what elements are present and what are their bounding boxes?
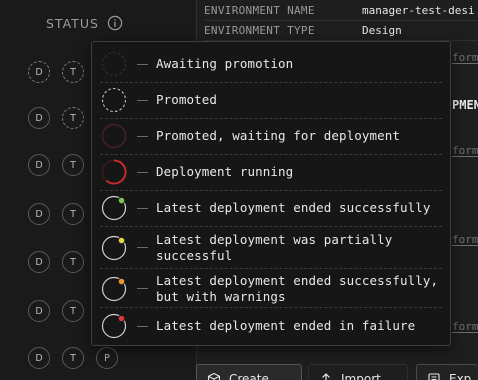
row-divider (204, 20, 478, 21)
legend-label: Promoted, waiting for deployment (156, 128, 401, 144)
status-chip-p[interactable]: P (96, 347, 118, 369)
status-chip-t[interactable]: T (62, 347, 84, 369)
legend-label: Latest deployment was partially successf… (156, 232, 393, 263)
legend-item-failure: Latest deployment ended in failure (100, 312, 442, 340)
clipped-link[interactable]: form (452, 320, 478, 333)
legend-label: Latest deployment ended in failure (156, 318, 416, 334)
import-button-label: Import (341, 372, 381, 380)
legend-separator (100, 82, 442, 83)
legend-item-success: Latest deployment ended successfully (100, 194, 442, 222)
legend-separator (100, 190, 442, 191)
legend-label: Latest deployment ended successfully (156, 200, 431, 216)
legend-dash (137, 135, 148, 137)
legend-label: Deployment running (156, 164, 294, 180)
legend-item-promoted-waiting: Promoted, waiting for deployment (100, 122, 442, 150)
clipped-link[interactable]: form (452, 51, 478, 64)
status-row: D T (28, 107, 84, 129)
legend-separator (100, 154, 442, 155)
environment-name-key: ENVIRONMENT NAME (204, 4, 315, 17)
legend-separator (100, 268, 442, 269)
status-header-label: STATUS (46, 15, 99, 31)
status-chip-d[interactable]: D (28, 154, 50, 176)
export-button[interactable]: Exp (416, 364, 478, 380)
legend-dash (137, 325, 148, 327)
legend-dash (137, 171, 148, 173)
legend-label: Awaiting promotion (156, 56, 294, 72)
status-chip-d[interactable]: D (28, 300, 50, 322)
status-chip-t[interactable]: T (62, 203, 84, 225)
environment-type-key: ENVIRONMENT TYPE (204, 24, 315, 37)
legend-label: Latest deployment ended successfully, bu… (156, 273, 439, 304)
warning-status-icon (101, 276, 127, 301)
status-header: STATUS (46, 14, 123, 32)
export-icon (428, 373, 440, 380)
legend-dash (137, 63, 148, 65)
create-button-label: Create (229, 372, 269, 380)
status-row: D T (28, 300, 84, 322)
clipped-heading: PMEN (452, 98, 478, 112)
legend-separator (100, 307, 442, 308)
status-chip-d[interactable]: D (28, 107, 50, 129)
status-chip-t[interactable]: T (62, 107, 84, 129)
clipped-link[interactable]: form (452, 233, 478, 246)
clipped-link[interactable]: form (452, 144, 478, 157)
deployment-running-icon (101, 159, 127, 185)
awaiting-promotion-icon (101, 51, 127, 77)
status-chip-d[interactable]: D (28, 61, 50, 83)
legend-item-warnings: Latest deployment ended successfully, bu… (100, 273, 442, 304)
status-chip-d[interactable]: D (28, 203, 50, 225)
legend-item-deployment-running: Deployment running (100, 158, 442, 186)
status-chip-d[interactable]: D (28, 251, 50, 273)
legend-separator (100, 226, 442, 227)
legend-dash (137, 288, 148, 289)
failure-status-icon (101, 313, 127, 339)
partial-status-icon (101, 235, 127, 260)
legend-label: Promoted (156, 92, 218, 108)
environment-name-row: ENVIRONMENT NAME manager-test-desi (204, 4, 475, 17)
legend-dash (137, 99, 148, 101)
export-button-label: Exp (449, 372, 472, 380)
environment-type-row: ENVIRONMENT TYPE Design (204, 24, 402, 37)
import-button[interactable]: Import (308, 364, 408, 380)
legend-item-promoted: Promoted (100, 86, 442, 114)
legend-separator (100, 118, 442, 119)
legend-item-partial: Latest deployment was partially successf… (100, 232, 442, 263)
info-icon[interactable] (107, 15, 123, 31)
status-row: D T (28, 61, 84, 83)
status-row: D T (28, 203, 84, 225)
success-status-icon (101, 195, 127, 221)
status-chip-t[interactable]: T (62, 251, 84, 273)
status-row: D T (28, 154, 84, 176)
status-legend-popover: Awaiting promotion Promoted Promoted, wa… (91, 41, 451, 346)
status-chip-t[interactable]: T (62, 300, 84, 322)
status-chip-t[interactable]: T (62, 61, 84, 83)
status-chip-d[interactable]: D (28, 347, 50, 369)
legend-dash (137, 247, 148, 248)
import-icon (322, 373, 330, 380)
legend-item-awaiting-promotion: Awaiting promotion (100, 50, 442, 78)
environment-name-value: manager-test-desi (362, 4, 475, 17)
box-icon (207, 372, 221, 380)
status-row: D T (28, 251, 84, 273)
create-button[interactable]: Create (196, 364, 302, 380)
environment-type-value: Design (362, 24, 402, 37)
status-row: D T P (28, 347, 118, 369)
promoted-waiting-icon (101, 123, 127, 149)
legend-dash (137, 207, 148, 209)
status-chip-t[interactable]: T (62, 154, 84, 176)
promoted-icon (101, 87, 127, 113)
